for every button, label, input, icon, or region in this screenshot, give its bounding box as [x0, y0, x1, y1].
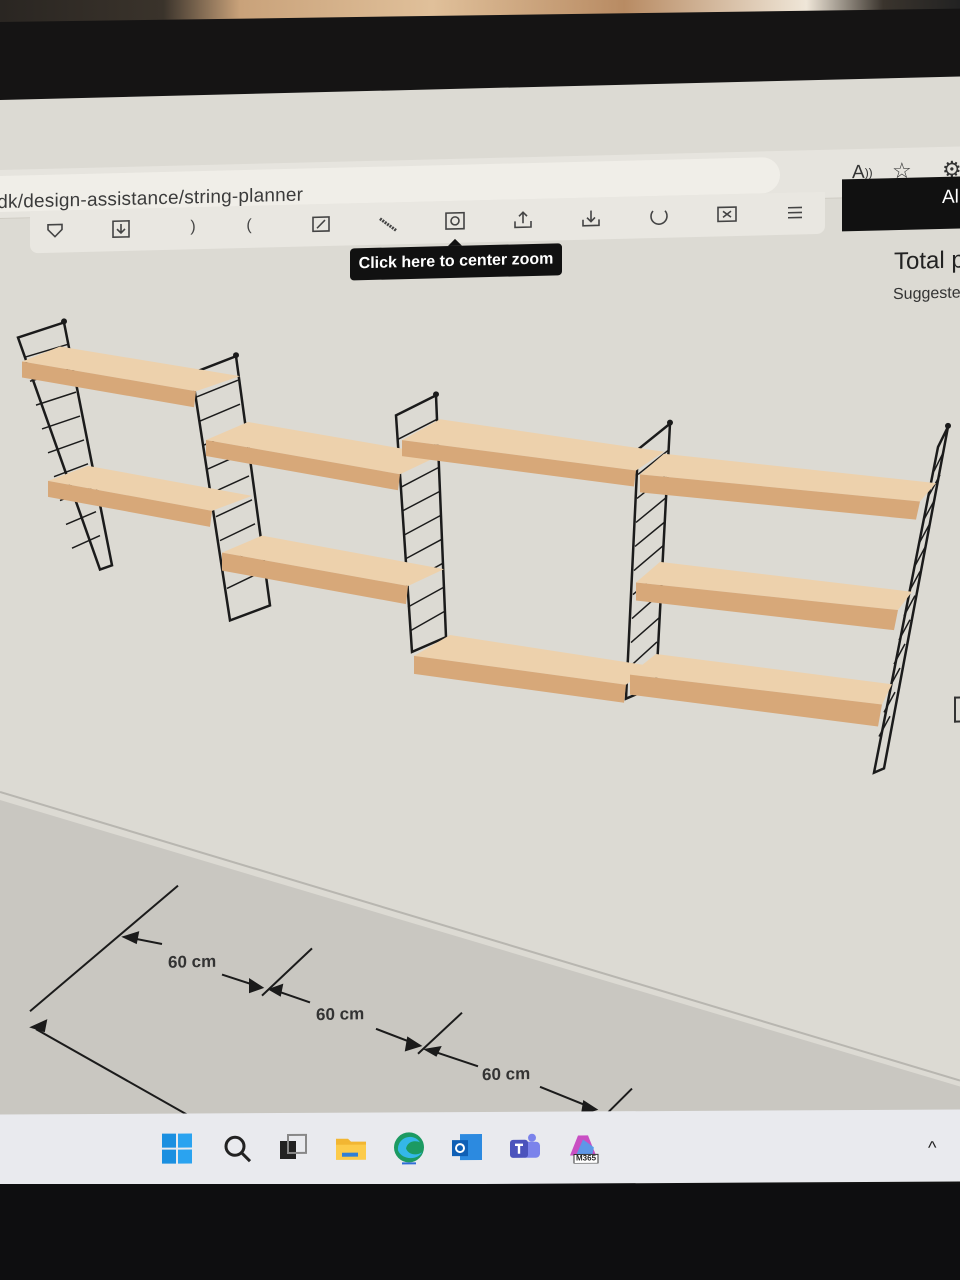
shelf-3b[interactable] — [414, 630, 652, 708]
shelf-1a[interactable] — [22, 342, 240, 411]
ladder-knob — [433, 391, 439, 398]
shelf-3d-scene: 60 cm 60 cm 60 cm — [0, 318, 960, 1180]
shelf-4a[interactable] — [640, 447, 936, 526]
chevron-up-icon[interactable]: ^ — [928, 1138, 936, 1159]
edge-browser-icon[interactable] — [392, 1130, 426, 1166]
file-explorer-icon[interactable] — [334, 1131, 368, 1165]
shelf-4c[interactable] — [630, 648, 892, 732]
teams-icon[interactable] — [508, 1130, 542, 1164]
m365-label: M365 — [576, 1153, 597, 1163]
outlook-icon[interactable] — [450, 1130, 484, 1164]
ladder-knob — [667, 419, 673, 426]
side-panel-expand-icon[interactable] — [954, 696, 960, 723]
dimension-label-2: 60 cm — [316, 1004, 364, 1024]
windows-taskbar: M365 ^ — [0, 1109, 960, 1187]
dimension-label-1: 60 cm — [168, 952, 216, 972]
ladder-knob — [61, 318, 67, 325]
m365-icon[interactable]: M365 — [566, 1129, 600, 1165]
shelf-1b[interactable] — [48, 462, 252, 531]
laptop-bezel-bottom — [0, 1184, 960, 1280]
task-view-icon[interactable] — [276, 1131, 310, 1165]
ladder-knob — [945, 422, 951, 429]
search-icon[interactable] — [220, 1131, 254, 1165]
browser-screen: n-dk/design-assistance/string-planner A)… — [0, 76, 960, 1181]
windows-start-icon[interactable] — [160, 1131, 194, 1165]
ladder-knob — [233, 352, 239, 359]
shelf-2b[interactable] — [222, 531, 444, 608]
shelf-3a[interactable] — [402, 414, 664, 492]
dimension-label-3: 60 cm — [482, 1064, 530, 1084]
shelf-4b[interactable] — [636, 556, 912, 637]
